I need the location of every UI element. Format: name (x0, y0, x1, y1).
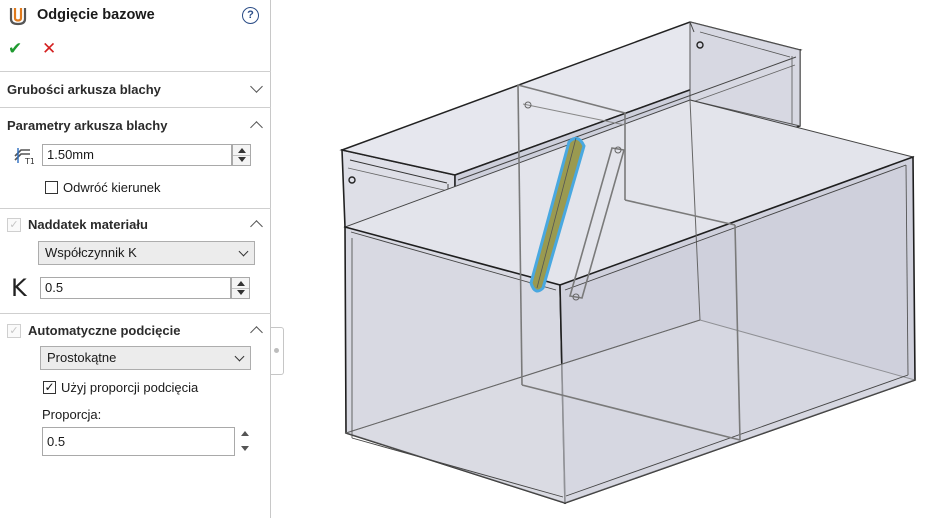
spin-down-icon[interactable] (237, 290, 245, 295)
allowance-type-value: Współczynnik K (45, 245, 137, 260)
section-label: Naddatek materiału (28, 217, 148, 232)
chevron-up-icon[interactable] (250, 220, 263, 233)
ratio-stepper[interactable] (236, 427, 255, 456)
thickness-input[interactable]: 1.50mm (42, 144, 232, 166)
section-label: Automatyczne podcięcie (28, 323, 181, 338)
section-label: Grubości arkusza blachy (7, 82, 161, 97)
allowance-type-select[interactable]: Współczynnik K (38, 241, 255, 265)
sheet-thickness-icon: T1 (14, 148, 34, 166)
ratio-label: Proporcja: (42, 407, 102, 422)
k-factor-stepper[interactable] (231, 277, 250, 299)
section-header-relief[interactable]: ✓ Automatyczne podcięcie (0, 319, 271, 343)
chevron-up-icon[interactable] (250, 121, 263, 134)
reverse-direction-label: Odwróć kierunek (63, 180, 161, 195)
relief-type-value: Prostokątne (47, 350, 117, 365)
k-factor-input[interactable]: 0.5 (40, 277, 231, 299)
svg-text:T1: T1 (24, 157, 34, 166)
ratio-input[interactable]: 0.5 (42, 427, 235, 456)
help-icon[interactable]: ? (242, 7, 259, 24)
section-header-allowance[interactable]: ✓ Naddatek materiału (0, 213, 271, 237)
chevron-down-icon[interactable] (238, 246, 249, 257)
use-relief-ratio-label: Użyj proporcji podcięcia (61, 380, 199, 395)
spin-down-icon[interactable] (238, 157, 246, 162)
spin-down-icon[interactable] (241, 446, 249, 451)
chevron-down-icon[interactable] (250, 80, 263, 93)
divider (0, 71, 271, 72)
k-factor-icon: K (11, 274, 27, 302)
chevron-up-icon[interactable] (250, 326, 263, 339)
spin-up-icon[interactable] (241, 431, 249, 436)
property-manager-panel: Odgięcie bazowe ? ✔ ✕ Grubości arkusza b… (0, 0, 271, 518)
divider (0, 208, 271, 209)
ok-button[interactable]: ✔ (8, 39, 22, 59)
divider (0, 313, 271, 314)
section-enable-checkbox[interactable]: ✓ (7, 324, 21, 338)
spin-up-icon[interactable] (238, 148, 246, 153)
base-flange-icon (9, 8, 27, 26)
graphics-viewport[interactable] (272, 0, 925, 518)
thickness-stepper[interactable] (232, 144, 251, 166)
spin-up-icon[interactable] (237, 281, 245, 286)
use-relief-ratio-checkbox[interactable]: ✓ (43, 381, 56, 394)
reverse-direction-checkbox[interactable] (45, 181, 58, 194)
section-header-params[interactable]: Parametry arkusza blachy (0, 114, 271, 138)
panel-header: Odgięcie bazowe ? (0, 0, 271, 32)
section-enable-checkbox[interactable]: ✓ (7, 218, 21, 232)
chevron-down-icon[interactable] (234, 351, 245, 362)
page-title: Odgięcie bazowe (37, 7, 155, 23)
cancel-button[interactable]: ✕ (42, 39, 56, 59)
section-header-thickness[interactable]: Grubości arkusza blachy (0, 78, 271, 102)
section-label: Parametry arkusza blachy (7, 118, 168, 133)
relief-type-select[interactable]: Prostokątne (40, 346, 251, 370)
divider (0, 107, 271, 108)
